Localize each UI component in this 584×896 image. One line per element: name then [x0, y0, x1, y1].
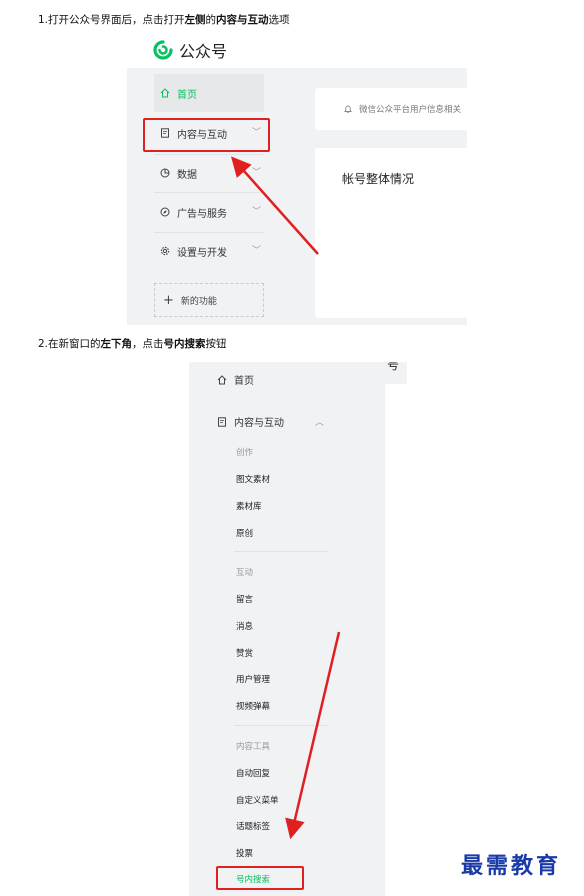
chevron-up-icon: ︿ — [315, 418, 325, 428]
menu-item-vote[interactable]: 投票 — [236, 847, 253, 859]
step-2-suffix: 按钮 — [205, 338, 227, 350]
group-title-create: 创作 — [236, 448, 254, 458]
bell-icon — [344, 105, 352, 114]
official-account-logo-icon — [153, 40, 173, 60]
chevron-down-icon: ﹀ — [251, 246, 261, 256]
group-title-interaction: 互动 — [236, 568, 254, 578]
pie-chart-icon — [160, 168, 170, 178]
menu-item-topic-tags[interactable]: 话题标签 — [236, 820, 270, 832]
sidebar-item-home[interactable]: 首页 — [154, 74, 264, 112]
compass-icon — [160, 207, 170, 217]
screenshot-2: 号 首页 内容与互动 ︿ 创作 图文素材 素材库 原创 互动 留言 消息 赞赏 … — [189, 362, 407, 896]
notice-bar[interactable]: 微信公众平台用户信息相关 — [315, 88, 467, 130]
sidebar-item-home[interactable]: 首页 — [217, 372, 254, 387]
gear-icon — [160, 246, 170, 256]
sidebar-item-content-interaction[interactable]: 内容与互动 ︿ — [217, 414, 337, 429]
step-2-prefix: 2.在新窗口的 — [38, 338, 101, 350]
highlight-box-content-interaction — [143, 118, 270, 152]
notice-text: 微信公众平台用户信息相关 — [359, 105, 462, 115]
document-icon — [218, 416, 226, 427]
watermark-text: 最需教育 — [461, 853, 562, 879]
sidebar-item-settings-dev[interactable]: 设置与开发 ﹀ — [154, 232, 264, 270]
step-2-caption: 2.在新窗口的左下角，点击号内搜索按钮 — [38, 336, 227, 351]
sidebar-item-ads-services[interactable]: 广告与服务 ﹀ — [154, 193, 264, 231]
menu-item-user-management[interactable]: 用户管理 — [236, 673, 270, 685]
divider — [234, 551, 329, 552]
step-2-bold-bottom-left: 左下角 — [100, 338, 133, 350]
cropped-heading-fragment: 号 — [387, 362, 400, 372]
highlight-box-in-account-search — [216, 866, 304, 890]
step-1-mid: 的 — [205, 14, 217, 26]
menu-item-custom-menu[interactable]: 自定义菜单 — [236, 794, 279, 806]
divider — [234, 725, 329, 726]
screenshot-1: 首页 内容与互动 ﹀ 数据 ﹀ 广告与服务 ﹀ 设置与开发 ﹀ + 新的功能 微… — [127, 68, 467, 325]
step-1-bold-content: 内容与互动 — [216, 14, 269, 26]
step-2-bold-search: 号内搜索 — [163, 338, 206, 350]
chevron-down-icon: ﹀ — [251, 207, 261, 217]
panel-title: 帐号整体情况 — [342, 172, 415, 186]
home-icon — [217, 374, 227, 384]
home-icon — [160, 88, 170, 98]
sidebar-item-label: 首页 — [177, 89, 197, 101]
content-area-edge — [385, 384, 407, 896]
sidebar-item-data[interactable]: 数据 ﹀ — [154, 154, 264, 192]
menu-item-article-material[interactable]: 图文素材 — [236, 473, 270, 485]
sidebar-item-label: 广告与服务 — [177, 208, 227, 220]
menu-item-material-library[interactable]: 素材库 — [236, 500, 262, 512]
menu-item-auto-reply[interactable]: 自动回复 — [236, 767, 270, 779]
plus-icon: + — [163, 292, 174, 308]
menu-item-comments[interactable]: 留言 — [236, 593, 253, 605]
step-1-suffix: 选项 — [268, 14, 290, 26]
sidebar-item-label: 设置与开发 — [177, 247, 227, 259]
step-2-mid: ，点击 — [132, 338, 164, 350]
menu-item-original[interactable]: 原创 — [236, 527, 253, 539]
step-1-bold-left: 左侧 — [184, 14, 206, 26]
group-title-content-tools: 内容工具 — [236, 742, 271, 752]
menu-item-messages[interactable]: 消息 — [236, 620, 253, 632]
new-function-label: 新的功能 — [180, 296, 217, 307]
logo-text: 公众号 — [179, 42, 228, 61]
sidebar-item-label: 内容与互动 — [234, 418, 284, 429]
chevron-down-icon: ﹀ — [251, 168, 261, 178]
account-overview-panel: 帐号整体情况 — [315, 148, 467, 318]
menu-item-video-danmaku[interactable]: 视频弹幕 — [236, 700, 270, 712]
wechat-official-logo: 公众号 — [153, 38, 227, 62]
step-1-prefix: 1.打开公众号界面后，点击打开 — [38, 14, 185, 26]
menu-item-rewards[interactable]: 赞赏 — [236, 647, 253, 659]
new-function-button[interactable]: + 新的功能 — [154, 283, 264, 317]
sidebar-item-label: 数据 — [177, 169, 197, 181]
sidebar-item-label: 首页 — [234, 376, 254, 387]
step-1-caption: 1.打开公众号界面后，点击打开左侧的内容与互动选项 — [38, 12, 290, 27]
